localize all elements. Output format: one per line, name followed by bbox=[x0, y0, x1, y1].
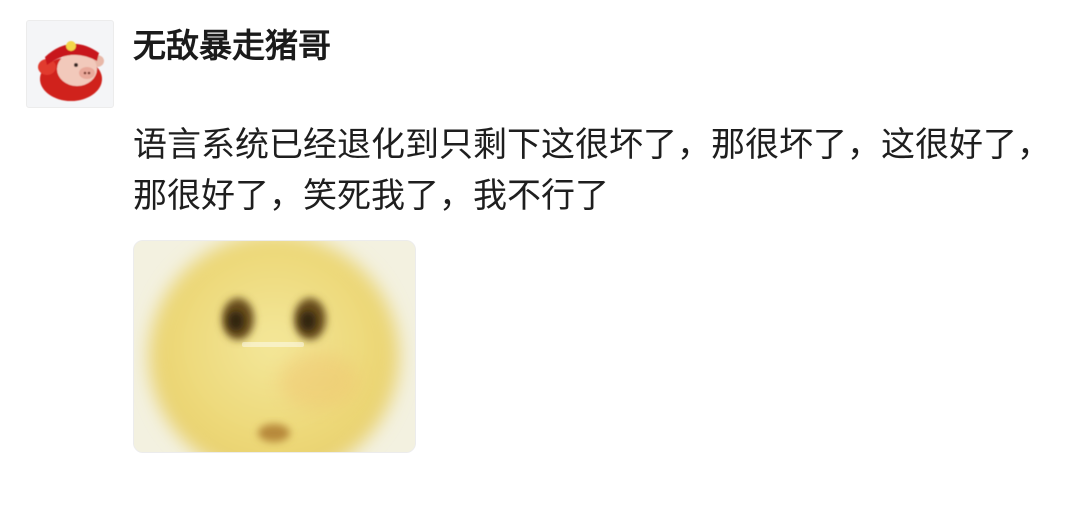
post-body-text: 语言系统已经退化到只剩下这很坏了，那很坏了，这很好了，那很好了，笑死我了，我不行… bbox=[133, 125, 1051, 216]
cartoon-pig-avatar-icon bbox=[38, 41, 104, 101]
blurry-emoji-face-icon bbox=[134, 241, 415, 452]
username[interactable]: 无敌暴走猪哥 bbox=[133, 24, 331, 68]
avatar[interactable] bbox=[26, 20, 114, 108]
post-image[interactable] bbox=[133, 240, 416, 453]
post-card: 无敌暴走猪哥 语言系统已经退化到只剩下这很坏了，那很坏了，这很好了，那很好了，笑… bbox=[0, 0, 1080, 515]
